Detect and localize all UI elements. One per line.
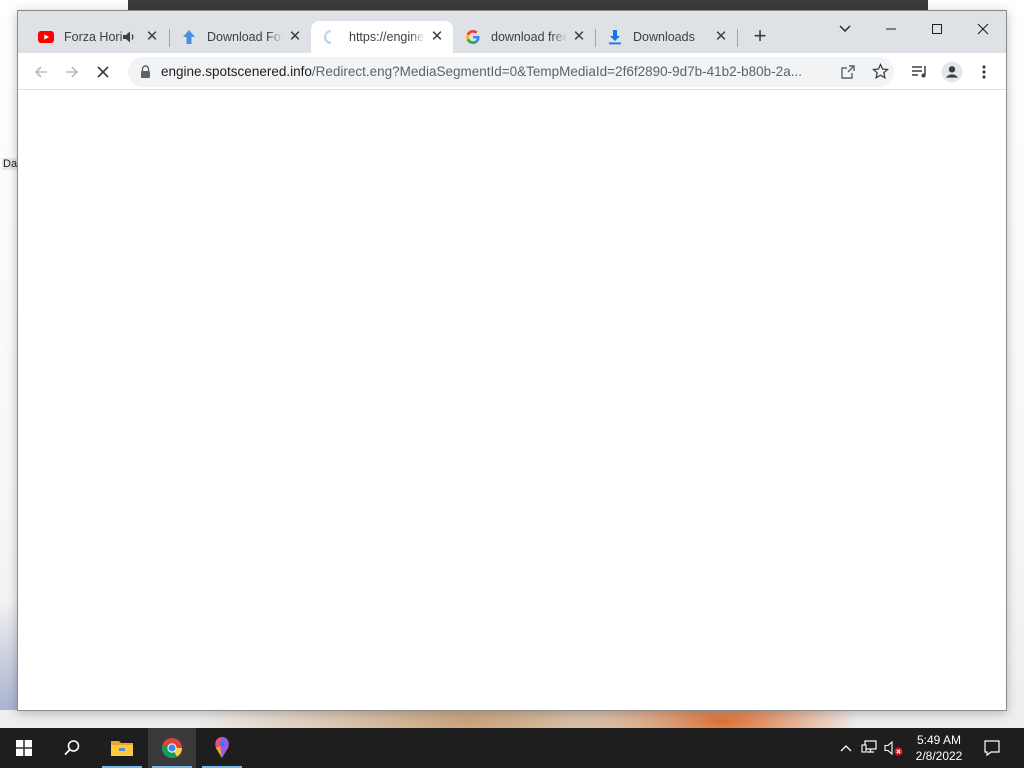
stop-loading-button[interactable] — [90, 59, 116, 85]
taskbar: 5:49 AM 2/8/2022 — [0, 728, 1024, 768]
tab-separator — [737, 29, 738, 47]
new-tab-button[interactable]: + — [748, 24, 772, 48]
maximize-icon — [932, 24, 942, 34]
speaker-icon[interactable] — [122, 29, 136, 45]
url-domain: engine.spotscenered.info — [161, 64, 312, 79]
close-window-button[interactable] — [960, 15, 1006, 43]
clock-time: 5:49 AM — [916, 733, 962, 747]
tab-close-icon[interactable]: ✕ — [713, 29, 729, 45]
browser-toolbar: engine.spotscenered.info/Redirect.eng?Me… — [18, 53, 1006, 90]
volume-button[interactable] — [884, 738, 904, 758]
chrome-icon — [162, 738, 183, 759]
search-icon — [64, 740, 80, 756]
chevron-down-icon — [839, 25, 851, 32]
chrome-window: Forza Hori ✕ Download For ✕ https://engi… — [17, 10, 1007, 711]
tab-strip: Forza Hori ✕ Download For ✕ https://engi… — [18, 11, 1006, 53]
tab-close-icon[interactable]: ✕ — [144, 29, 160, 45]
media-control-button[interactable] — [907, 59, 933, 85]
url-text[interactable]: engine.spotscenered.info/Redirect.eng?Me… — [161, 64, 831, 79]
star-icon[interactable] — [871, 62, 890, 85]
profile-button[interactable] — [939, 59, 965, 85]
url-path: /Redirect.eng?MediaSegmentId=0&TempMedia… — [311, 64, 802, 79]
close-icon — [977, 23, 989, 35]
arrow-right-icon — [66, 66, 79, 78]
playlist-icon — [912, 66, 926, 78]
profile-icon — [941, 61, 963, 83]
tab-title: https://engine — [349, 30, 425, 44]
stop-x-icon — [97, 66, 109, 78]
arrow-left-icon — [34, 66, 47, 78]
youtube-icon — [38, 29, 54, 45]
menu-button[interactable] — [971, 59, 997, 85]
back-button[interactable] — [28, 59, 54, 85]
kebab-menu-icon — [982, 65, 986, 79]
address-bar[interactable]: engine.spotscenered.info/Redirect.eng?Me… — [128, 57, 894, 87]
forward-button[interactable] — [59, 59, 85, 85]
show-hidden-icons-button[interactable] — [836, 738, 856, 758]
notifications-button[interactable] — [982, 738, 1002, 758]
tab-search-button[interactable] — [822, 15, 868, 43]
background-window-edge — [128, 0, 928, 10]
tab-download-forza[interactable]: Download For ✕ — [169, 21, 311, 53]
share-icon[interactable] — [840, 64, 856, 85]
page-content[interactable] — [18, 91, 1006, 710]
tab-title: download free — [491, 30, 567, 44]
start-button[interactable] — [0, 728, 48, 768]
lock-icon[interactable] — [140, 65, 151, 84]
search-button[interactable] — [48, 728, 96, 768]
tab-title: Downloads — [633, 30, 695, 44]
notification-center-icon — [984, 740, 1000, 757]
network-icon — [861, 740, 877, 753]
start-icon — [16, 740, 32, 756]
tab-forza[interactable]: Forza Hori ✕ — [26, 21, 168, 53]
network-button[interactable] — [860, 738, 880, 758]
volume-muted-icon — [884, 740, 903, 756]
tab-title: Download For — [207, 30, 283, 44]
file-explorer-icon — [111, 741, 133, 756]
taskbar-file-explorer[interactable] — [98, 728, 146, 768]
taskbar-chrome[interactable] — [148, 728, 196, 768]
taskbar-paint[interactable] — [198, 728, 246, 768]
tab-close-icon[interactable]: ✕ — [287, 29, 303, 45]
taskbar-clock[interactable]: 5:49 AM 2/8/2022 — [908, 732, 970, 764]
chevron-up-icon — [840, 745, 852, 752]
google-icon — [465, 29, 481, 45]
upload-arrow-icon — [181, 29, 197, 45]
desktop-icon-label[interactable]: Da — [2, 158, 19, 170]
download-icon — [607, 29, 623, 45]
tab-close-icon[interactable]: ✕ — [429, 29, 445, 45]
tab-google-search[interactable]: download free ✕ — [453, 21, 595, 53]
maximize-button[interactable] — [914, 15, 960, 43]
minimize-icon — [886, 28, 896, 30]
tab-downloads[interactable]: Downloads ✕ — [595, 21, 737, 53]
tab-close-icon[interactable]: ✕ — [571, 29, 587, 45]
clock-date: 2/8/2022 — [915, 749, 963, 763]
loading-spinner-icon — [323, 29, 339, 45]
tab-active-engine[interactable]: https://engine ✕ — [311, 21, 453, 53]
minimize-button[interactable] — [868, 15, 914, 43]
paint-icon — [215, 737, 229, 758]
